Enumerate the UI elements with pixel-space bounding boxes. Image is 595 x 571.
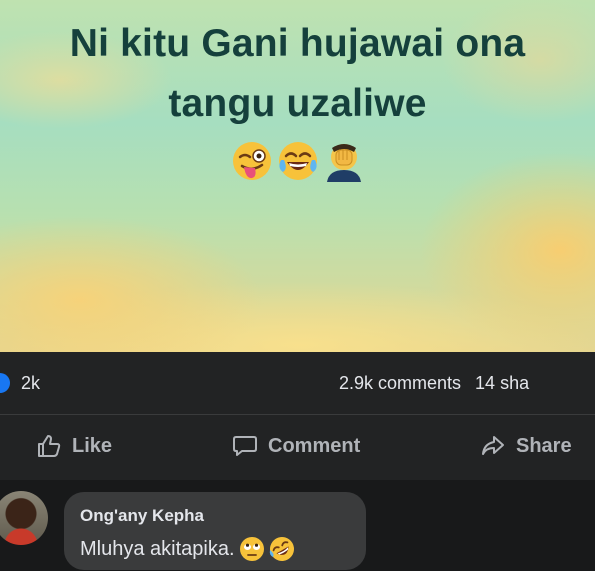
share-arrow-icon — [482, 436, 504, 455]
like-button[interactable]: Like — [36, 433, 112, 459]
post-headline-line2: tangu uzaliwe — [168, 82, 427, 125]
comments-count[interactable]: 2.9k comments — [339, 373, 461, 393]
post-image[interactable]: Ni kitu Gani hujawai ona tangu uzaliwe — [0, 0, 595, 352]
shares-count[interactable]: 14 sha — [475, 373, 529, 393]
comment-bubble[interactable]: Ong'any Kepha Mluhya akitapika. — [64, 492, 366, 570]
post-stats-bar: 2k 2.9k comments 14 sha — [0, 352, 595, 414]
face-palm-icon — [326, 144, 361, 182]
avatar[interactable] — [0, 491, 48, 545]
comment-button-label: Comment — [268, 434, 361, 457]
comment-text: Mluhya akitapika. — [80, 537, 235, 560]
winking-face-with-tongue-icon — [232, 142, 271, 180]
comment-bubble-icon — [233, 436, 257, 456]
post-actions-bar: Like Comment Share — [0, 414, 595, 480]
thumbs-up-icon — [38, 435, 61, 457]
like-reaction-icon — [0, 373, 10, 393]
share-button-label: Share — [516, 434, 572, 457]
like-button-label: Like — [72, 434, 113, 457]
comment-section: Ong'any Kepha Mluhya akitapika. — [0, 480, 595, 571]
share-button[interactable]: Share — [480, 433, 572, 459]
rolling-on-floor-laughing-icon — [269, 537, 294, 561]
comment-text-row: Mluhya akitapika. — [80, 536, 295, 562]
post-emoji-row — [0, 140, 595, 182]
rolling-eyes-icon — [239, 537, 264, 561]
post-headline-line1: Ni kitu Gani hujawai ona — [69, 22, 526, 65]
reactions-count[interactable]: 2k — [21, 373, 40, 394]
face-with-tears-of-joy-icon — [278, 142, 317, 180]
comment-button[interactable]: Comment — [232, 433, 360, 459]
comment-author[interactable]: Ong'any Kepha — [80, 506, 204, 526]
